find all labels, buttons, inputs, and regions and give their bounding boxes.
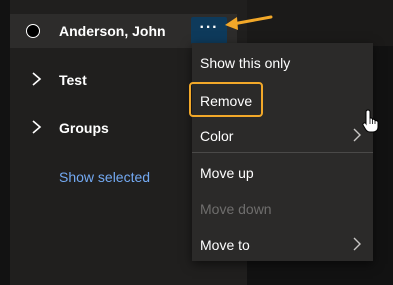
menu-item-move-up[interactable]: Move up [192, 154, 373, 190]
menu-item-label: Move down [200, 201, 272, 217]
chevron-right-icon[interactable] [30, 119, 44, 135]
chevron-right-icon [353, 237, 361, 251]
annotation-arrow-icon [225, 15, 273, 30]
more-horizontal-icon: ··· [199, 19, 219, 36]
chevron-right-icon[interactable] [30, 71, 44, 87]
calendar-people-panel: Anderson, John ··· Test Groups Show sele… [0, 0, 393, 285]
menu-item-color[interactable]: Color [192, 117, 373, 153]
menu-item-show-this-only[interactable]: Show this only [192, 44, 373, 80]
show-selected-link[interactable]: Show selected [59, 168, 150, 186]
group-item-groups[interactable]: Groups [30, 117, 180, 139]
menu-divider [192, 152, 373, 153]
menu-item-label: Move up [200, 165, 254, 181]
radio-unchecked-icon[interactable] [26, 24, 40, 38]
group-label: Groups [59, 120, 109, 136]
left-edge [0, 0, 10, 285]
group-label: Test [59, 72, 87, 88]
context-menu: Show this only Remove Color Move up Move… [192, 43, 373, 261]
remove-highlight-annotation [189, 82, 263, 117]
group-item-test[interactable]: Test [30, 69, 180, 91]
more-options-button[interactable]: ··· [191, 17, 227, 44]
menu-item-label: Color [200, 128, 234, 144]
menu-item-move-down: Move down [192, 190, 373, 226]
menu-item-label: Show this only [200, 55, 291, 71]
person-name: Anderson, John [59, 23, 166, 39]
menu-item-move-to[interactable]: Move to [192, 226, 373, 262]
chevron-right-icon [353, 128, 361, 142]
menu-item-label: Move to [200, 237, 250, 253]
hand-pointer-icon [362, 109, 379, 133]
